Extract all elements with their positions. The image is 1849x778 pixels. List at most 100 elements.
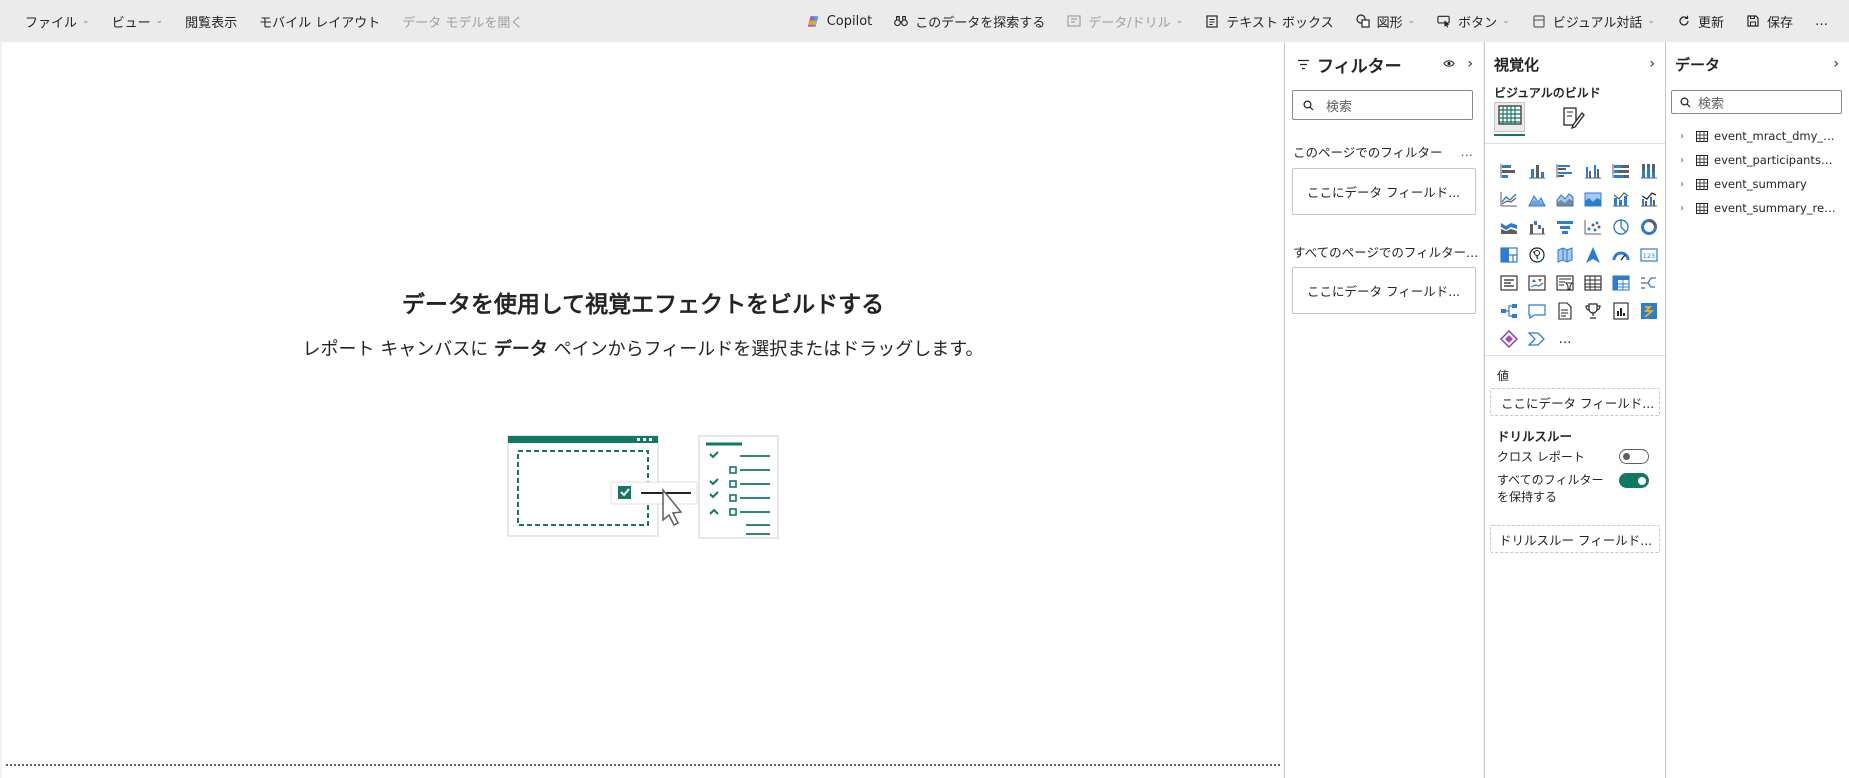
visual-interaction-icon	[1532, 14, 1546, 28]
pie-chart-icon[interactable]	[1607, 213, 1635, 241]
stacked-column-chart-icon[interactable]	[1523, 157, 1551, 185]
filters-pane: フィルター › 検索 このページでのフィルター … ここにデータ フィールド..…	[1285, 42, 1483, 778]
open-data-model-button[interactable]: データ モデルを開く	[391, 6, 534, 36]
table-row[interactable]: › event_summary	[1680, 172, 1845, 196]
multi-row-card-icon[interactable]	[1495, 269, 1523, 297]
paginated-report-icon[interactable]	[1607, 297, 1635, 325]
area-chart-icon[interactable]	[1523, 185, 1551, 213]
cross-report-toggle[interactable]	[1619, 449, 1649, 464]
more-visuals-button[interactable]: …	[1551, 325, 1579, 353]
goals-trophy-icon[interactable]	[1579, 297, 1607, 325]
donut-chart-icon[interactable]	[1635, 213, 1663, 241]
buttons-menu[interactable]: ボタン ⌄	[1426, 6, 1521, 36]
keep-all-filters-toggle[interactable]	[1619, 473, 1649, 488]
table-row[interactable]: › event_participants_dm...	[1680, 148, 1845, 172]
qna-icon[interactable]	[1523, 297, 1551, 325]
page-filters-drop-well[interactable]: ここにデータ フィールド...	[1292, 168, 1476, 215]
chevron-right-icon[interactable]: ›	[1680, 203, 1690, 214]
chevron-right-icon[interactable]: ›	[1680, 131, 1690, 142]
keep-all-filters-line: すべてのフィルター	[1497, 472, 1657, 489]
report-canvas[interactable]: データを使用して視覚エフェクトをビルドする レポート キャンバスに データ ペイ…	[2, 42, 1284, 778]
clustered-column-chart-icon[interactable]	[1579, 157, 1607, 185]
mobile-layout-button[interactable]: モバイル レイアウト	[248, 6, 391, 36]
more-options-button[interactable]: …	[1804, 6, 1839, 36]
power-automate-icon[interactable]	[1495, 325, 1523, 353]
arcgis-icon[interactable]	[1523, 325, 1551, 353]
page-filters-more[interactable]: …	[1461, 144, 1474, 159]
chevron-right-icon[interactable]: ›	[1680, 179, 1690, 190]
data-drill-menu[interactable]: データ/ドリル ⌄	[1056, 6, 1194, 36]
data-header: データ ›	[1666, 42, 1849, 78]
decomposition-tree-icon[interactable]	[1635, 269, 1663, 297]
azure-map-icon[interactable]	[1579, 241, 1607, 269]
line-chart-icon[interactable]	[1495, 185, 1523, 213]
save-icon	[1746, 14, 1760, 28]
data-search-input[interactable]: 検索	[1671, 90, 1842, 114]
page-filters-well-label: ここにデータ フィールド...	[1307, 185, 1461, 200]
chevron-right-icon[interactable]: ›	[1680, 155, 1690, 166]
data-drill-label: データ/ドリル	[1088, 15, 1171, 31]
shapes-menu[interactable]: 図形 ⌄	[1345, 6, 1427, 36]
smart-narrative-icon[interactable]	[1551, 297, 1579, 325]
collapse-chevron-icon[interactable]: ›	[1467, 56, 1473, 72]
gauge-icon[interactable]	[1607, 241, 1635, 269]
more-options-label: …	[1815, 13, 1828, 29]
chevron-down-icon: ⌄	[155, 16, 164, 26]
copilot-button[interactable]: Copilot	[795, 6, 884, 36]
file-menu[interactable]: ファイル ⌄	[14, 6, 101, 36]
funnel-chart-icon[interactable]	[1551, 213, 1579, 241]
kpi-icon[interactable]	[1523, 269, 1551, 297]
100-stacked-area-chart-icon[interactable]	[1579, 185, 1607, 213]
card-icon[interactable]: 123	[1635, 241, 1663, 269]
eye-icon[interactable]	[1443, 57, 1456, 72]
filters-search-input[interactable]: 検索	[1292, 90, 1473, 120]
filter-icon	[1297, 59, 1310, 70]
matrix-icon[interactable]	[1607, 269, 1635, 297]
visual-interaction-label: ビジュアル対話	[1552, 15, 1643, 31]
collapse-chevron-icon[interactable]: ›	[1649, 56, 1655, 72]
100-stacked-bar-chart-icon[interactable]	[1607, 157, 1635, 185]
view-menu[interactable]: ビュー ⌄	[101, 6, 175, 36]
slicer-icon[interactable]	[1551, 269, 1579, 297]
key-influencers-icon[interactable]	[1495, 297, 1523, 325]
values-drop-well[interactable]: ここにデータ フィールド...	[1490, 388, 1660, 416]
clustered-bar-chart-icon[interactable]	[1551, 157, 1579, 185]
stacked-area-chart-icon[interactable]	[1551, 185, 1579, 213]
data-pane: データ › 検索 › event_mract_dmy_v3_... › even…	[1666, 42, 1849, 778]
ribbon-chart-icon[interactable]	[1495, 213, 1523, 241]
build-visual-tab[interactable]	[1494, 102, 1525, 132]
table-row[interactable]: › event_summary_report	[1680, 196, 1845, 220]
format-brush-icon	[1561, 107, 1587, 135]
100-stacked-column-chart-icon[interactable]	[1635, 157, 1663, 185]
line-and-clustered-column-chart-icon[interactable]	[1635, 185, 1663, 213]
collapse-chevron-icon[interactable]: ›	[1833, 56, 1839, 72]
reading-view-button[interactable]: 閲覧表示	[174, 6, 248, 36]
save-button[interactable]: 保存	[1735, 6, 1804, 36]
table-row[interactable]: › event_mract_dmy_v3_...	[1680, 124, 1845, 148]
explore-data-button[interactable]: このデータを探索する	[883, 6, 1056, 36]
more-visuals-label: …	[1558, 331, 1572, 347]
visualizations-header: 視覚化 ›	[1485, 42, 1665, 78]
table-icon[interactable]	[1579, 269, 1607, 297]
table-icon	[1696, 130, 1708, 142]
textbox-button[interactable]: テキスト ボックス	[1194, 6, 1344, 36]
stacked-bar-chart-icon[interactable]	[1495, 157, 1523, 185]
refresh-button[interactable]: 更新	[1666, 6, 1735, 36]
scatter-chart-icon[interactable]	[1579, 213, 1607, 241]
drillthrough-drop-well[interactable]: ドリルスルー フィールド...	[1490, 525, 1660, 553]
drillthrough-well-label: ドリルスルー フィールド...	[1499, 532, 1653, 548]
filled-map-icon[interactable]	[1551, 241, 1579, 269]
all-pages-filters-drop-well[interactable]: ここにデータ フィールド...	[1292, 267, 1476, 314]
map-icon[interactable]	[1523, 241, 1551, 269]
top-toolbar: ファイル ⌄ ビュー ⌄ 閲覧表示 モバイル レイアウト データ モデルを開く Co…	[0, 0, 1849, 42]
table-icon	[1696, 178, 1708, 190]
line-and-stacked-column-chart-icon[interactable]	[1607, 185, 1635, 213]
page-filters-label: このページでのフィルター	[1293, 145, 1443, 160]
power-apps-icon[interactable]	[1635, 297, 1663, 325]
treemap-icon[interactable]	[1495, 241, 1523, 269]
visual-interaction-menu[interactable]: ビジュアル対話 ⌄	[1521, 6, 1666, 36]
subtitle-bold: データ	[493, 339, 548, 360]
chevron-down-icon: ⌄	[1407, 16, 1416, 26]
waterfall-chart-icon[interactable]	[1523, 213, 1551, 241]
format-visual-tab[interactable]	[1561, 105, 1587, 135]
